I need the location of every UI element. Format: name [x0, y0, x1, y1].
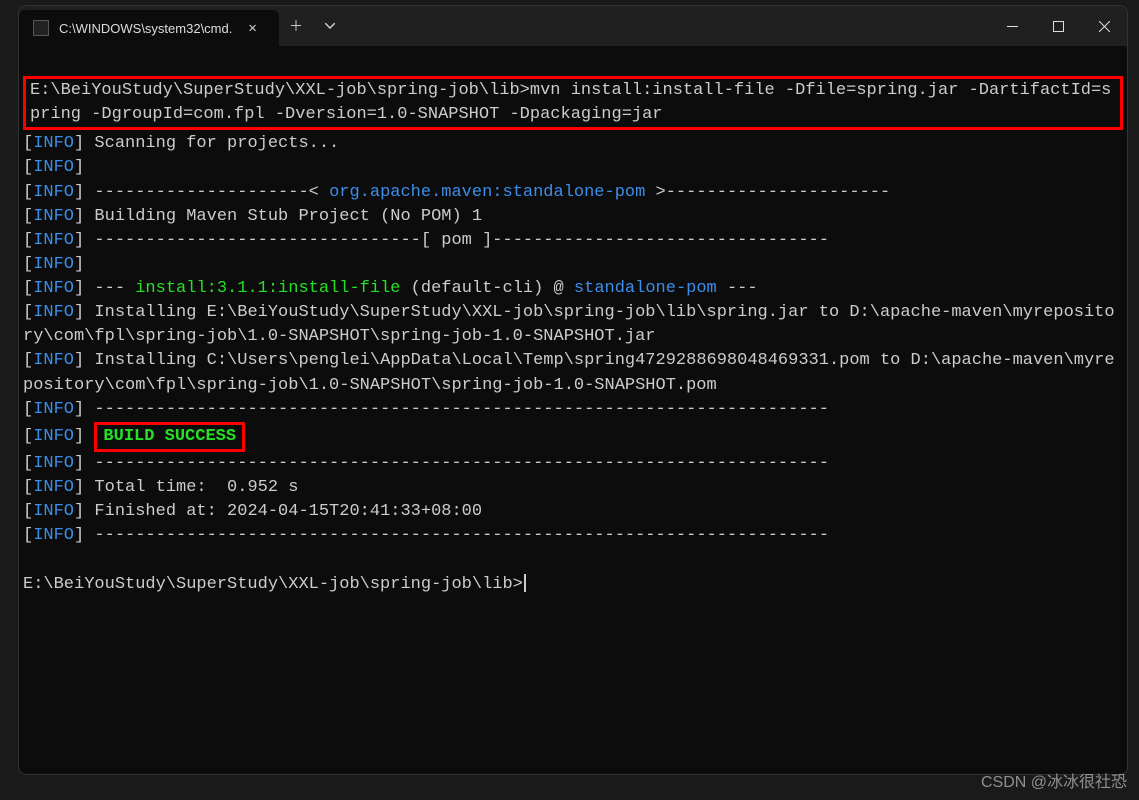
scan-line: Scanning for projects...	[84, 134, 339, 153]
maximize-button[interactable]	[1035, 6, 1081, 46]
minimize-icon	[1007, 21, 1018, 32]
build-success: BUILD SUCCESS	[103, 427, 236, 446]
log-level: INFO	[33, 134, 74, 153]
plugin-goal: install:3.1.1:install-file	[135, 279, 400, 298]
close-icon	[1099, 21, 1110, 32]
terminal-body[interactable]: E:\BeiYouStudy\SuperStudy\XXL-job\spring…	[19, 46, 1127, 774]
window-controls	[989, 6, 1127, 46]
chevron-down-icon	[325, 23, 335, 29]
tab-dropdown-button[interactable]	[313, 6, 347, 46]
tab-close-button[interactable]: ✕	[242, 18, 262, 39]
build-success-box: BUILD SUCCESS	[94, 422, 245, 452]
tab-title: C:\WINDOWS\system32\cmd.	[59, 21, 232, 36]
prompt: E:\BeiYouStudy\SuperStudy\XXL-job\spring…	[23, 575, 523, 594]
maximize-icon	[1053, 21, 1064, 32]
building-line: Building Maven Stub Project (No POM) 1	[84, 207, 482, 226]
close-button[interactable]	[1081, 6, 1127, 46]
tab-cmd[interactable]: C:\WINDOWS\system32\cmd. ✕	[19, 10, 279, 46]
cmd-icon	[33, 20, 49, 36]
titlebar-drag-area[interactable]	[347, 6, 989, 46]
install-pom-line: Installing C:\Users\penglei\AppData\Loca…	[23, 351, 1115, 394]
total-time: Total time: 0.952 s	[84, 478, 298, 497]
command-highlight-box: E:\BeiYouStudy\SuperStudy\XXL-job\spring…	[23, 76, 1123, 130]
install-jar-line: Installing E:\BeiYouStudy\SuperStudy\XXL…	[23, 303, 1115, 346]
new-tab-button[interactable]: ＋	[279, 6, 313, 46]
terminal-window: C:\WINDOWS\system32\cmd. ✕ ＋ E:\BeiYouSt…	[18, 5, 1128, 775]
cursor	[524, 574, 526, 592]
maven-coord: org.apache.maven:standalone-pom	[329, 183, 645, 202]
titlebar: C:\WINDOWS\system32\cmd. ✕ ＋	[19, 6, 1127, 46]
minimize-button[interactable]	[989, 6, 1035, 46]
command-text: E:\BeiYouStudy\SuperStudy\XXL-job\spring…	[30, 81, 1111, 124]
pom-name: standalone-pom	[574, 279, 717, 298]
finished-at: Finished at: 2024-04-15T20:41:33+08:00	[84, 502, 482, 521]
